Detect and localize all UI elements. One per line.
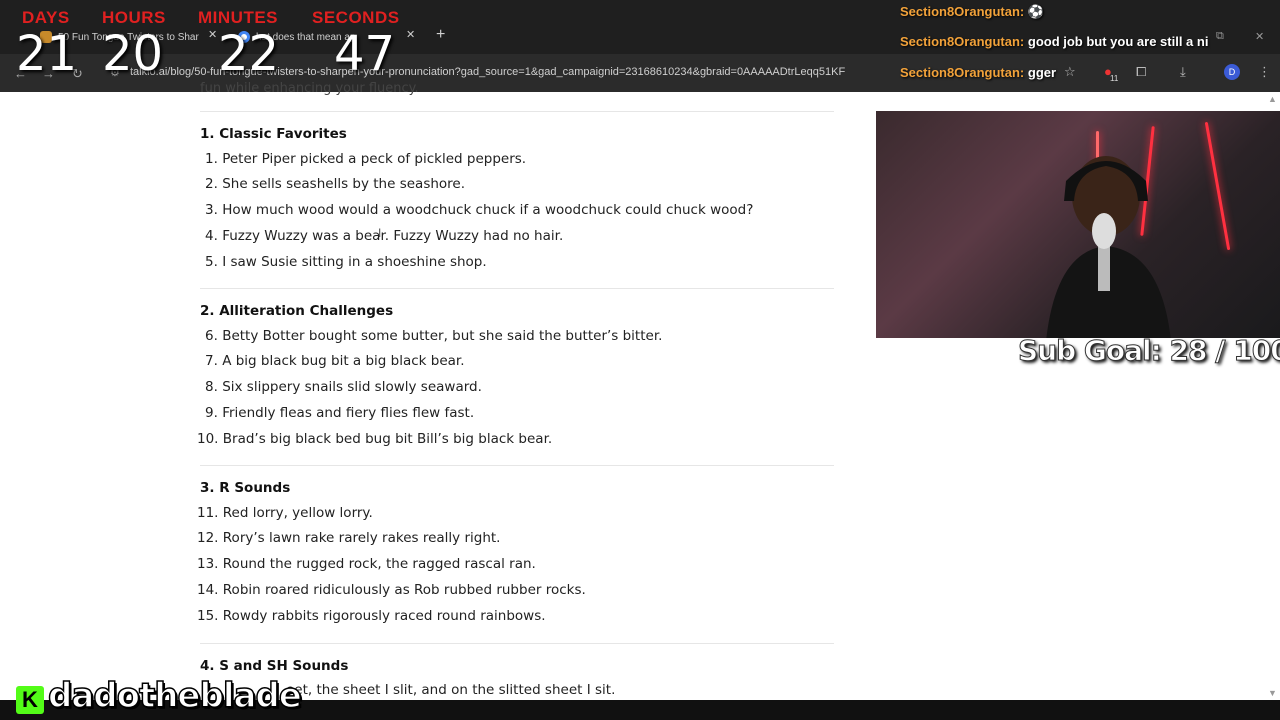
tab-close-icon[interactable]: ✕ — [208, 28, 217, 41]
streamer-figure — [1046, 156, 1171, 338]
chat-text: gger — [1027, 65, 1057, 80]
list-item: 4. Fuzzy Wuzzy was a bear. Fuzzy Wuzzy h… — [205, 228, 564, 244]
divider — [200, 643, 834, 644]
webcam-feed — [876, 111, 1280, 338]
countdown-hours-value: 20 — [102, 26, 164, 82]
list-item: 8. Six slippery snails slid slowly seawa… — [205, 379, 482, 395]
text-cursor-icon: I — [378, 226, 382, 240]
chat-text: good job but you are still a ni — [1027, 34, 1209, 49]
sub-goal-counter: Sub Goal: 28 / 100 — [1018, 334, 1280, 368]
scroll-down-arrow-icon[interactable]: ▼ — [1268, 688, 1277, 698]
chat-text: ⚽ — [1027, 4, 1045, 19]
close-window-icon[interactable]: ✕ — [1255, 30, 1264, 43]
section-heading: 2. Alliteration Challenges — [200, 303, 394, 319]
list-item: 9. Friendly fleas and fiery flies flew f… — [205, 405, 475, 421]
countdown-hours-label: HOURS — [102, 8, 166, 27]
chat-username: Section8Orangutan: — [900, 4, 1025, 19]
list-item: 3. How much wood would a woodchuck chuck… — [205, 202, 754, 218]
kick-logo-icon: K — [16, 686, 44, 714]
list-item: 1. Peter Piper picked a peck of pickled … — [205, 151, 527, 167]
divider — [200, 465, 834, 466]
countdown-seconds-label: SECONDS — [312, 8, 400, 27]
countdown-days-label: DAYS — [22, 8, 70, 27]
list-item: 2. She sells seashells by the seashore. — [205, 176, 466, 192]
section-heading: 4. S and SH Sounds — [200, 658, 349, 674]
countdown-days-value: 21 — [16, 26, 78, 82]
scroll-up-arrow-icon[interactable]: ▲ — [1268, 94, 1277, 104]
divider — [200, 111, 834, 112]
section-heading: 1. Classic Favorites — [200, 126, 347, 142]
download-icon[interactable]: ⤓ — [1180, 64, 1186, 80]
list-item: 7. A big black bug bit a big black bear. — [205, 353, 465, 369]
menu-kebab-icon[interactable]: ⋮ — [1258, 64, 1271, 80]
chat-message: Section8Orangutan: ⚽ — [900, 4, 1044, 20]
chat-username: Section8Orangutan: — [900, 65, 1025, 80]
tab-close-icon[interactable]: ✕ — [406, 28, 415, 41]
profile-avatar[interactable]: D — [1224, 64, 1240, 80]
bookmark-star-icon[interactable]: ☆ — [1064, 64, 1076, 80]
section-heading: 3. R Sounds — [200, 480, 291, 496]
neon-light — [1204, 121, 1231, 251]
list-item: 11. Red lorry, yellow lorry. — [197, 505, 373, 521]
chat-username: Section8Orangutan: — [900, 34, 1025, 49]
extension-badge-count: 11 — [1110, 74, 1119, 83]
list-item: 10. Brad’s big black bed bug bit Bill’s … — [197, 431, 553, 447]
list-item: 15. Rowdy rabbits rigorously raced round… — [197, 608, 546, 624]
countdown-minutes-value: 22 — [218, 26, 280, 82]
list-item: 6. Betty Botter bought some butter, but … — [205, 328, 663, 344]
list-item: 14. Robin roared ridiculously as Rob rub… — [197, 582, 586, 598]
streamer-name: dadotheblade — [47, 675, 302, 717]
list-item: eet, the sheet I slit, and on the slitte… — [286, 682, 616, 698]
intro-fragment: fun while enhancing your fluency. — [200, 81, 419, 96]
list-item: 12. Rory’s lawn rake rarely rakes really… — [197, 530, 501, 546]
restore-window-icon[interactable]: ⧉ — [1216, 30, 1224, 43]
extensions-puzzle-icon[interactable]: ⧠ — [1136, 64, 1146, 80]
divider — [200, 288, 834, 289]
countdown-seconds-value: 47 — [334, 26, 396, 82]
chat-message: Section8Orangutan: gger — [900, 65, 1056, 80]
new-tab-plus-icon[interactable]: + — [436, 26, 445, 44]
countdown-minutes-label: MINUTES — [198, 8, 278, 27]
list-item: 13. Round the rugged rock, the ragged ra… — [197, 556, 536, 572]
list-item: 5. I saw Susie sitting in a shoeshine sh… — [205, 254, 487, 270]
chat-message: Section8Orangutan: good job but you are … — [900, 34, 1208, 49]
